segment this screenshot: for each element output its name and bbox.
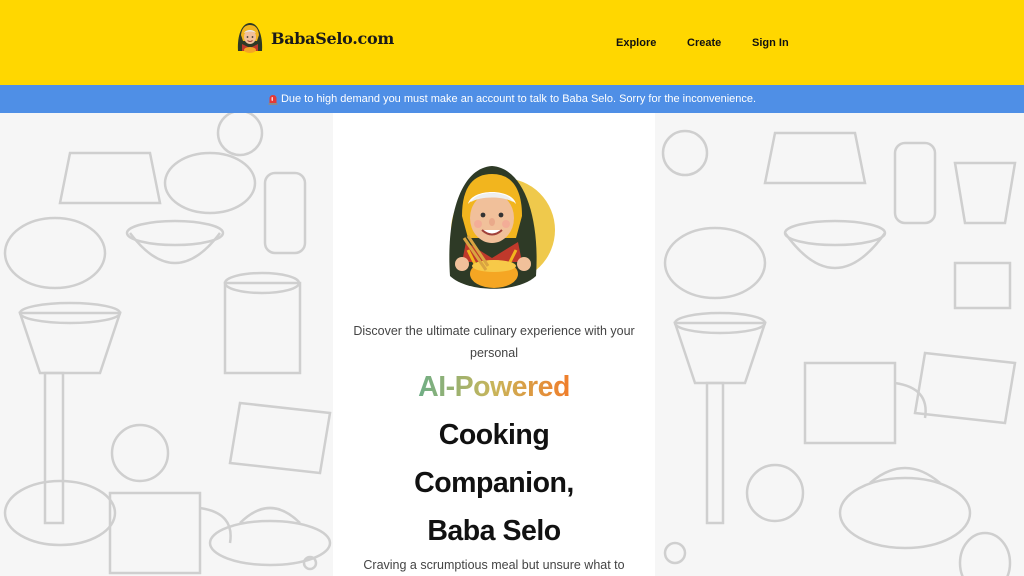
nav-create[interactable]: Create [687, 37, 721, 49]
notice-banner: Due to high demand you must make an acco… [0, 85, 1024, 113]
kitchen-doodle-pattern-right [661, 129, 1017, 576]
headline-baba-selo: Baba Selo [427, 515, 561, 547]
hero-description: Craving a scrumptious meal but unsure wh… [363, 558, 625, 572]
headline-cooking: Cooking [438, 419, 550, 451]
hero-intro: Discover the ultimate culinary experienc… [353, 324, 635, 360]
hero-headline: AI-Powered Cooking Companion, Baba Selo [333, 363, 655, 555]
doodle-background-right [655, 113, 1024, 576]
headline-companion: Companion, [414, 467, 574, 499]
doodle-background-left [0, 113, 333, 576]
siren-icon [268, 94, 278, 105]
kitchen-doodle-pattern [3, 113, 332, 575]
nav-explore[interactable]: Explore [616, 37, 656, 49]
main-nav: Explore Create Sign In [0, 37, 1024, 53]
baba-selo-mascot [449, 166, 555, 289]
hero-panel: Discover the ultimate culinary experienc… [333, 113, 655, 576]
site-header: BabaSelo.com Explore Create Sign In [0, 0, 1024, 85]
nav-sign-in[interactable]: Sign In [752, 37, 789, 49]
headline-ai-powered: AI-Powered [418, 371, 570, 403]
banner-text: Due to high demand you must make an acco… [280, 93, 757, 105]
